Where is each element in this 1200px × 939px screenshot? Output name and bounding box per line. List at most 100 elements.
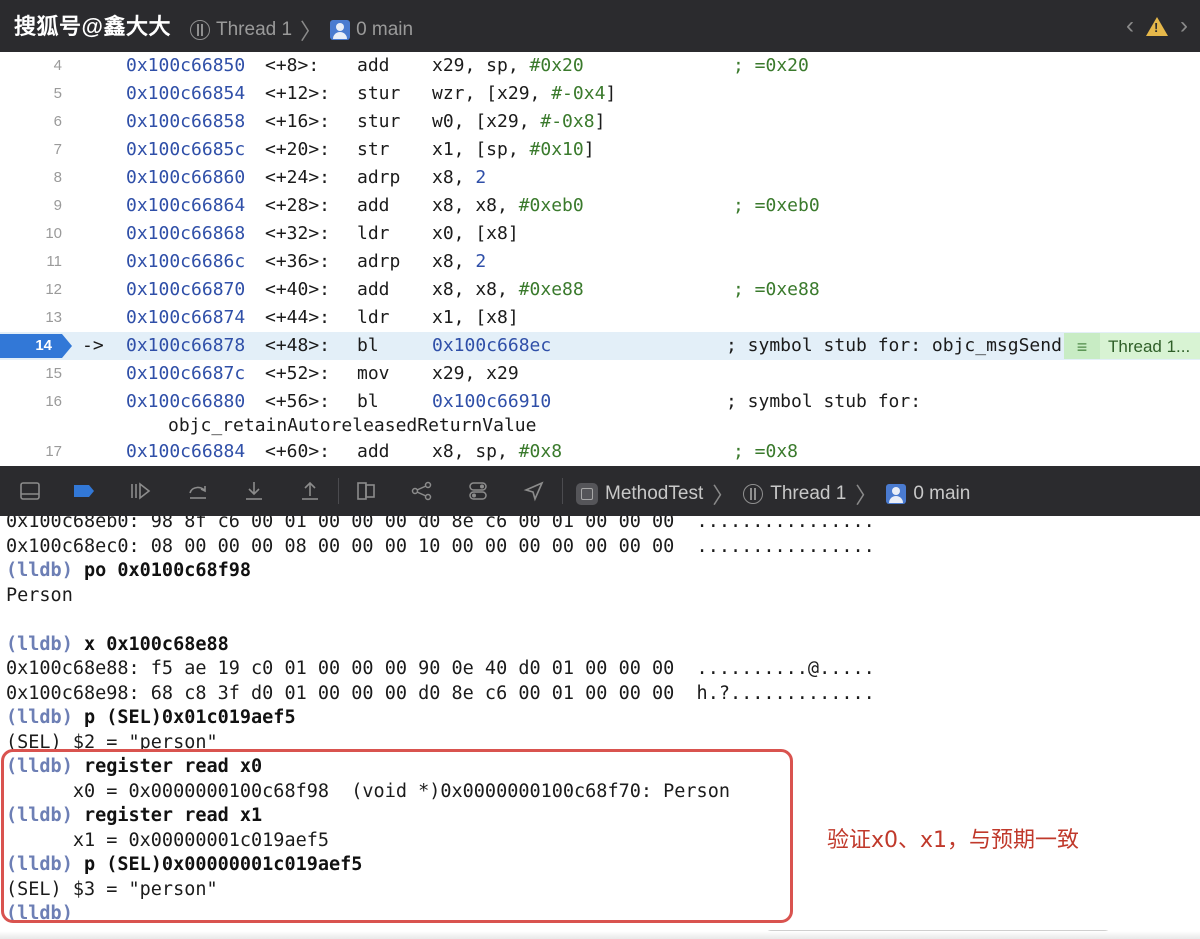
disassembly-row[interactable]: 8 0x100c66860 <+24>: adrp x8, 2: [0, 164, 1200, 192]
disassembly-row-continuation: objc_retainAutoreleasedReturnValue: [0, 412, 1200, 440]
environment-overrides-icon[interactable]: [466, 479, 490, 503]
operand-text: x0, [x8]: [432, 223, 519, 244]
instruction-offset: <+48>:: [265, 335, 331, 356]
instruction-mnemonic: adrp: [357, 167, 401, 188]
branch-target: 0x100c668ec: [432, 335, 552, 356]
instruction-address: 0x100c66870: [126, 279, 246, 300]
toolbar-divider: [338, 478, 339, 504]
lldb-prompt: (lldb): [6, 707, 73, 728]
disassembly-row[interactable]: 7 0x100c6685c <+20>: str x1, [sp, #0x10]: [0, 136, 1200, 164]
instruction-address: 0x100c66874: [126, 307, 246, 328]
instruction-offset: <+16>:: [265, 111, 331, 132]
instruction-operands: x1, [x8]: [432, 304, 519, 332]
step-into-icon[interactable]: [242, 479, 266, 503]
instruction-mnemonic: ldr: [357, 307, 390, 328]
continue-icon[interactable]: [128, 479, 152, 503]
instruction-operands: x8, sp, #0x8: [432, 438, 562, 466]
stack-frame-icon: [330, 20, 351, 40]
line-number: 11: [46, 253, 62, 270]
lldb-prompt: (lldb): [6, 633, 73, 655]
operand-immediate: #-0x8: [540, 111, 595, 132]
disassembly-row[interactable]: 11 0x100c6686c <+36>: adrp x8, 2: [0, 248, 1200, 276]
chevron-right-icon: 〉: [712, 483, 735, 508]
chevron-right-icon[interactable]: ›: [1180, 12, 1188, 40]
disassembly-row[interactable]: 9 0x100c66864 <+28>: add x8, x8, #0xeb0 ; =0x…: [0, 192, 1200, 220]
disassembly-row[interactable]: 17 0x100c66884 <+60>: add x8, sp, #0x8 ; =0x8: [0, 438, 1200, 466]
line-number: 9: [53, 197, 62, 214]
lldb-command: x 0x100c68e88: [72, 633, 229, 655]
instruction-offset: <+20>:: [265, 139, 331, 160]
line-number: 5: [53, 85, 62, 102]
console-command-line: (lldb) po 0x0100c68f98: [6, 559, 251, 584]
instruction-offset: <+24>:: [265, 167, 331, 188]
operand-text: x8, x8,: [432, 279, 519, 300]
operand-immediate: #0xeb0: [518, 195, 584, 216]
disassembly-row[interactable]: 5 0x100c66854 <+12>: stur wzr, [x29, #-0x4]: [0, 80, 1200, 108]
line-number: 8: [53, 169, 62, 186]
operand-tail: ]: [605, 83, 617, 104]
thread-stop-badge[interactable]: ≡ Thread 1...: [1064, 333, 1200, 359]
instruction-address: 0x100c66878: [126, 335, 246, 356]
operand-text: w0, [x29,: [432, 111, 541, 132]
console-output-line: 0x100c68e98: 68 c8 3f d0 01 00 00 00 d0 …: [6, 682, 875, 704]
thread-breadcrumb[interactable]: Thread 1 〉 0 main: [190, 14, 413, 46]
instruction-address: 0x100c66854: [126, 83, 246, 104]
app-name: MethodTest: [605, 483, 704, 504]
instruction-operands: x8, x8, #0xe88: [432, 276, 584, 304]
operand-immediate: #0x10: [529, 139, 584, 160]
instruction-operands: w0, [x29, #-0x8]: [432, 108, 605, 136]
instruction-operands: x29, x29: [432, 360, 519, 388]
instruction-mnemonic: add: [357, 441, 390, 462]
instruction-address: 0x100c6685c: [126, 139, 246, 160]
breakpoints-toggle-icon[interactable]: [72, 479, 96, 503]
disassembly-row[interactable]: 10 0x100c66868 <+32>: ldr x0, [x8]: [0, 220, 1200, 248]
line-number: 10: [45, 225, 62, 242]
disassembly-row[interactable]: 6 0x100c66858 <+16>: stur w0, [x29, #-0x8]: [0, 108, 1200, 136]
operand-text: wzr, [x29,: [432, 83, 552, 104]
disassembly-row[interactable]: 14 -> 0x100c66878 <+48>: bl 0x100c668ec ; symb…: [0, 332, 1200, 360]
lldb-command: p (SEL)0x01c019aef5: [72, 707, 296, 728]
instruction-operands: x0, [x8]: [432, 220, 519, 248]
debug-toolbar: MethodTest 〉 Thread 1 〉 0 main: [0, 466, 1200, 516]
instruction-comment: ; =0xe88: [733, 279, 820, 300]
operand-text: x8, x8,: [432, 195, 519, 216]
instruction-address: 0x100c66860: [126, 167, 246, 188]
frame-label: 0 main: [913, 483, 971, 504]
step-out-icon[interactable]: [298, 479, 322, 503]
lldb-console[interactable]: (lldb) (SEL) $3 = "person" (lldb) p (SEL)0…: [0, 516, 1200, 939]
instruction-address: 0x100c6686c: [126, 251, 246, 272]
disassembly-row[interactable]: 4 0x100c66850 <+8>: add x29, sp, #0x20 ; =0x2…: [0, 52, 1200, 80]
thread-badge-label: Thread 1...: [1100, 333, 1200, 359]
debug-breadcrumb[interactable]: MethodTest 〉 Thread 1 〉 0 main: [576, 478, 970, 510]
disassembly-row[interactable]: 13 0x100c66874 <+44>: ldr x1, [x8]: [0, 304, 1200, 332]
instruction-address: 0x100c6687c: [126, 363, 246, 384]
editor-jump-bar: 搜狐号@鑫大大 Thread 1 〉 0 main ‹ ! ›: [0, 0, 1200, 52]
instruction-offset: <+8>:: [265, 55, 320, 76]
program-counter-indicator[interactable]: 14: [0, 334, 72, 358]
branch-target: 2: [475, 167, 487, 188]
line-number: 14: [35, 337, 52, 354]
chevron-left-icon[interactable]: ‹: [1126, 12, 1134, 40]
simulate-location-icon[interactable]: [522, 479, 546, 503]
instruction-mnemonic: stur: [357, 111, 401, 132]
disassembly-row[interactable]: 15 0x100c6687c <+52>: mov x29, x29: [0, 360, 1200, 388]
warning-icon[interactable]: !: [1146, 16, 1168, 36]
console-output-line: Person: [6, 584, 73, 606]
operand-text: x1, [sp,: [432, 139, 530, 160]
view-hierarchy-icon[interactable]: [354, 479, 378, 503]
branch-target: 2: [475, 251, 487, 272]
disassembly-view[interactable]: 4 0x100c66850 <+8>: add x29, sp, #0x20 ; =0x2…: [0, 52, 1200, 466]
thread-label: Thread 1: [770, 483, 847, 504]
operand-text: x29, x29: [432, 363, 519, 384]
line-number: 4: [53, 57, 62, 74]
lldb-command: po 0x0100c68f98: [72, 560, 252, 581]
memory-graph-icon[interactable]: [410, 479, 434, 503]
thread-icon: [190, 20, 210, 40]
line-number: 15: [45, 365, 62, 382]
hide-debug-area-icon[interactable]: [18, 479, 42, 503]
chevron-right-icon: 〉: [300, 19, 323, 44]
step-over-icon[interactable]: [186, 479, 210, 503]
instruction-operands: wzr, [x29, #-0x4]: [432, 80, 616, 108]
disassembly-row[interactable]: 12 0x100c66870 <+40>: add x8, x8, #0xe88 ; =0…: [0, 276, 1200, 304]
console-command-line: (lldb) p (SEL)0x01c019aef5: [6, 706, 296, 731]
